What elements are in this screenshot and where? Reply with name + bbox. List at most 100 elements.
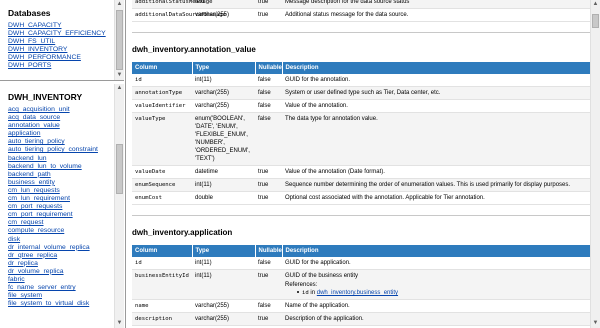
scroll-up-arrow-icon[interactable]: ▲ (591, 0, 600, 9)
database-link[interactable]: DWH_INVENTORY (8, 46, 67, 53)
header-column: Column (132, 245, 193, 257)
column-nullable: true (255, 312, 282, 326)
table-link[interactable]: business_entity (8, 179, 55, 186)
table-link[interactable]: dr_qtree_replica (8, 252, 57, 259)
table-link[interactable]: disk (8, 236, 20, 243)
table-link[interactable]: acq_acquisition_unit (8, 106, 70, 113)
reference-in: in (310, 290, 316, 296)
tables-scrollbar[interactable]: ▲ ▼ (114, 84, 124, 328)
column-name: businessEntityId (132, 269, 192, 300)
column-name: additionalStatusMessage (132, 0, 212, 9)
header-nullable: Nullable (255, 245, 283, 257)
table-link[interactable]: acq_data_source (8, 114, 60, 121)
table-link[interactable]: fc_name_server_entry (8, 284, 76, 291)
table-link[interactable]: cm_request (8, 219, 44, 226)
scroll-thumb[interactable] (592, 14, 599, 28)
table-link[interactable]: compute_resource (8, 227, 64, 234)
reference-link[interactable]: dwh_inventory.business_entity (317, 290, 398, 296)
column-nullable: true (255, 269, 282, 300)
scroll-down-arrow-icon[interactable]: ▼ (115, 319, 124, 328)
database-link[interactable]: DWH_FS_UTIL (8, 38, 55, 45)
table-row: description varchar(255) true Descriptio… (132, 312, 591, 326)
table-link[interactable]: cm_port_requirement (8, 211, 73, 218)
column-description: Description of the application. (282, 312, 591, 326)
column-name: id (132, 257, 192, 270)
references-label: References: (285, 282, 318, 288)
scroll-thumb[interactable] (116, 144, 123, 194)
database-link[interactable]: DWH_CAPACITY (8, 22, 62, 29)
column-type: varchar(255) (192, 86, 255, 100)
table-link[interactable]: cm_lun_requests (8, 187, 60, 194)
column-description: Sequence number determining the order of… (282, 178, 591, 192)
table-link[interactable]: backend_lun (8, 155, 47, 162)
column-type: int(11) (192, 178, 255, 192)
table-link[interactable]: fabric (8, 276, 25, 283)
reference-column: id (302, 290, 309, 296)
column-nullable: false (255, 299, 282, 313)
table-link[interactable]: dr_internal_volume_replica (8, 244, 90, 251)
column-name: annotationType (132, 86, 192, 100)
table-link[interactable]: dr_volume_replica (8, 268, 64, 275)
column-description: Value of the annotation. (282, 99, 591, 113)
table-row: additionalDataSourceMessage varchar(255)… (132, 8, 591, 22)
main-content: additionalStatusMessage text true Messag… (126, 0, 600, 328)
table-link[interactable]: backend_path (8, 171, 51, 178)
column-type: varchar(255) (192, 299, 255, 313)
table-link[interactable]: file_system (8, 292, 42, 299)
column-description: Name of the application. (282, 299, 591, 313)
table-link[interactable]: application (8, 130, 41, 137)
column-description: Additional status message for the data s… (282, 8, 591, 22)
column-description: Value of the annotation (Date format). (282, 165, 591, 179)
databases-heading: Databases (8, 8, 51, 18)
tables-frame: DWH_INVENTORY acq_acquisition_unit acq_d… (0, 84, 124, 328)
column-nullable: true (255, 191, 282, 205)
column-nullable: true (255, 165, 282, 179)
column-type: int(11) (192, 257, 255, 270)
column-description: System or user defined type such as Tier… (282, 86, 591, 100)
table-link[interactable]: backend_lun_to_volume (8, 163, 82, 170)
header-nullable: Nullable (255, 62, 283, 74)
table-link[interactable]: file_system_to_virtual_disk (8, 300, 89, 307)
header-type: Type (192, 62, 256, 74)
column-description: GUID for the annotation. (282, 74, 591, 87)
database-link[interactable]: DWH_PERFORMANCE (8, 54, 81, 61)
databases-scrollbar[interactable]: ▲ ▼ (114, 0, 124, 80)
column-nullable: false (255, 257, 282, 270)
column-nullable: false (255, 99, 282, 113)
section-title: dwh_inventory.annotation_value (132, 45, 256, 54)
tables-heading: DWH_INVENTORY (8, 92, 83, 102)
table-row: valueIdentifier varchar(255) false Value… (132, 99, 591, 113)
column-nullable: false (255, 74, 282, 87)
section-title: dwh_inventory.application (132, 228, 233, 237)
table-header-row: Column Type Nullable Description (132, 62, 591, 74)
table-link[interactable]: auto_tiering_policy (8, 138, 65, 145)
annotation-value-table: Column Type Nullable Description id int(… (132, 62, 591, 205)
table-link[interactable]: dr_replica (8, 260, 38, 267)
column-name: name (132, 299, 192, 313)
table-row: id int(11) false GUID for the applicatio… (132, 257, 591, 270)
table-link[interactable]: annotation_value (8, 122, 60, 129)
database-link[interactable]: DWH_PORTS (8, 62, 51, 69)
table-row: id int(11) false GUID for the annotation… (132, 74, 591, 87)
database-link[interactable]: DWH_CAPACITY_EFFICIENCY (8, 30, 106, 37)
table-header-row: Column Type Nullable Description (132, 245, 591, 257)
reference-item: id in dwh_inventory.business_entity (297, 289, 588, 297)
table-link[interactable]: cm_port_requests (8, 203, 62, 210)
table-row: valueDate datetime true Value of the ann… (132, 165, 591, 179)
header-type: Type (192, 245, 256, 257)
scroll-thumb[interactable] (116, 10, 123, 70)
scroll-down-arrow-icon[interactable]: ▼ (591, 319, 600, 328)
column-type: varchar(255) (192, 8, 255, 22)
scroll-up-arrow-icon[interactable]: ▲ (115, 84, 124, 93)
scroll-up-arrow-icon[interactable]: ▲ (115, 0, 124, 9)
table-link[interactable]: cm_lun_requirement (8, 195, 70, 202)
databases-list: DWH_CAPACITY DWH_CAPACITY_EFFICIENCY DWH… (8, 22, 114, 71)
table-link[interactable]: auto_tiering_policy_constraint (8, 146, 98, 153)
column-description: Message description for the data source … (282, 0, 591, 9)
column-nullable: true (255, 178, 282, 192)
scroll-down-arrow-icon[interactable]: ▼ (115, 71, 124, 80)
column-type: enum('BOOLEAN', 'DATE', 'ENUM', 'FLEXIBL… (192, 112, 255, 166)
application-table: Column Type Nullable Description id int(… (132, 245, 591, 326)
main-scrollbar[interactable]: ▲ ▼ (590, 0, 600, 328)
column-type: int(11) (192, 74, 255, 87)
